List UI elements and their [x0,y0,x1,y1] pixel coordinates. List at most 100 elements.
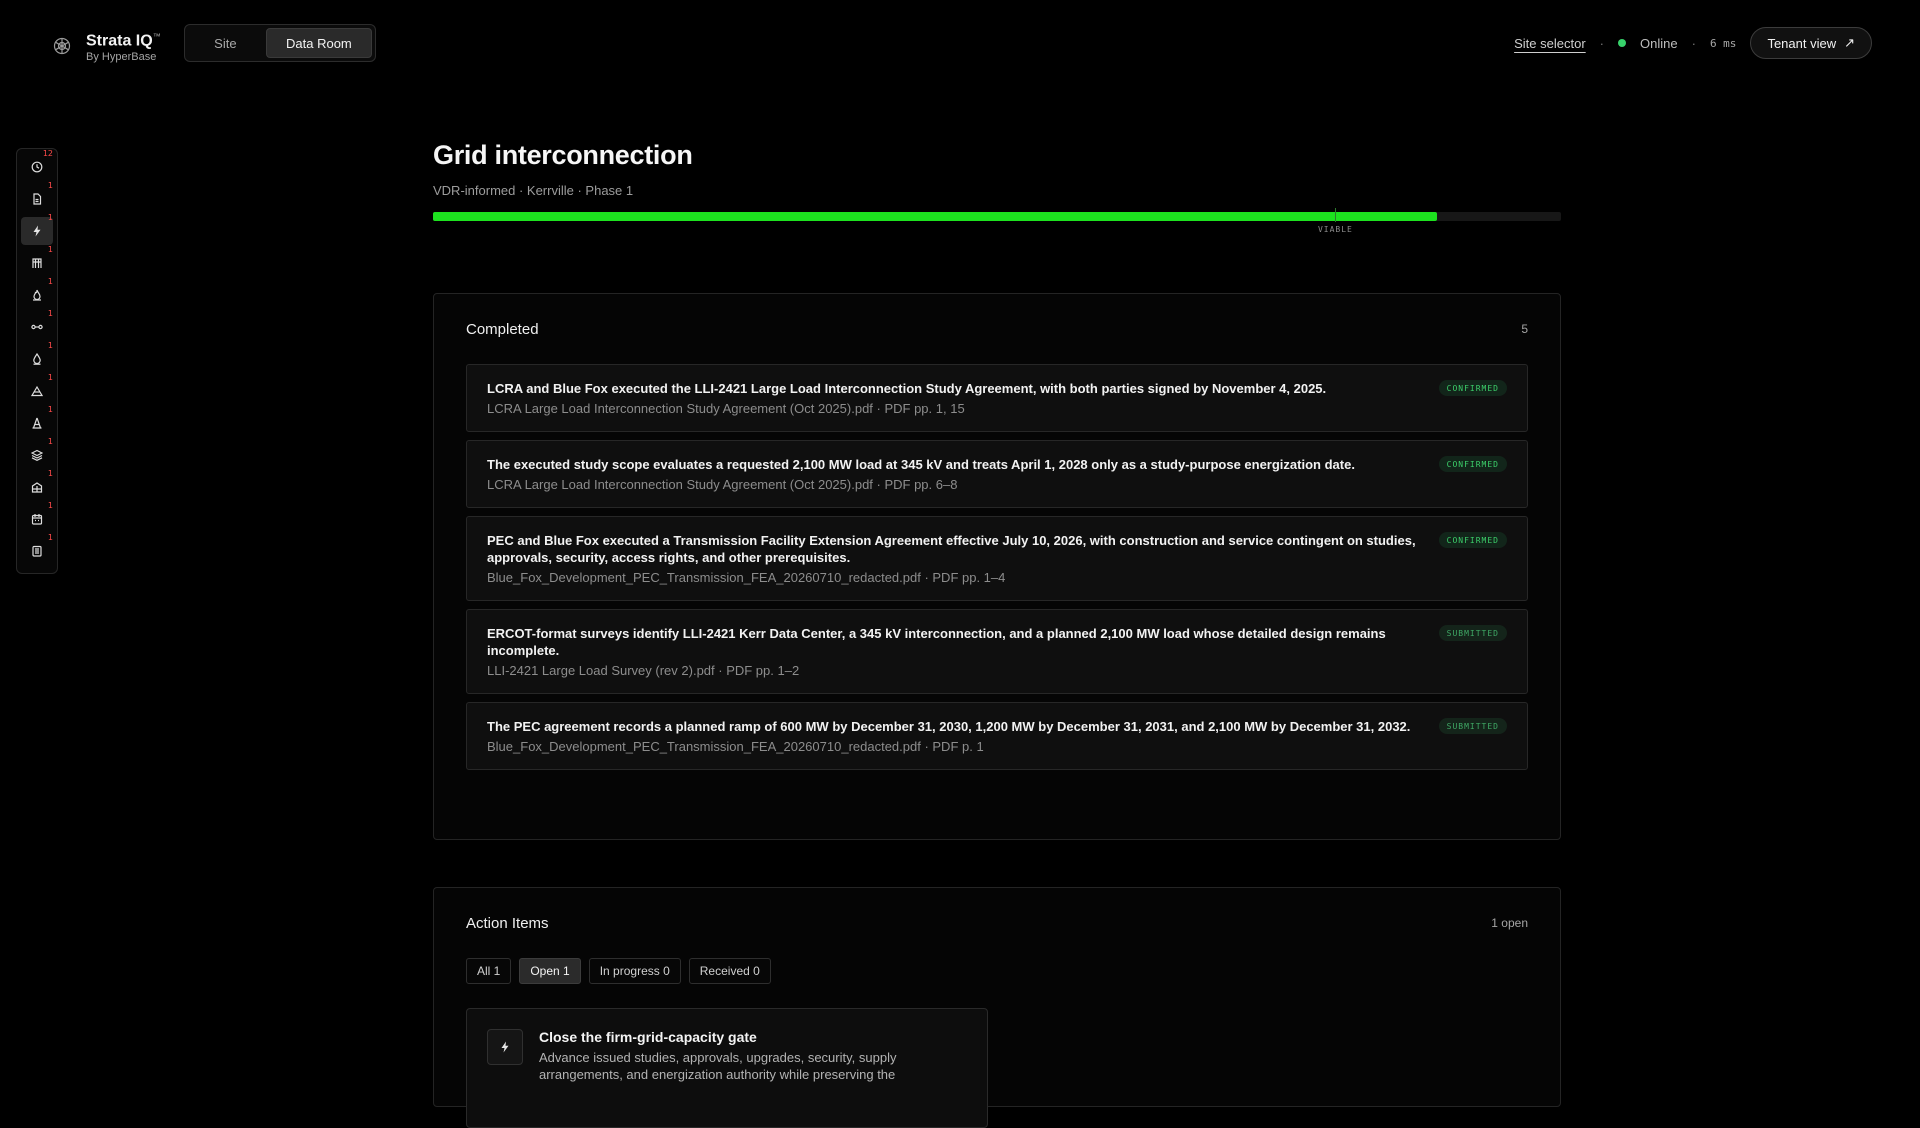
rail-badge: 1 [47,245,53,254]
evidence-item[interactable]: PEC and Blue Fox executed a Transmission… [466,516,1528,601]
tenant-view-label: Tenant view [1767,35,1837,51]
mode-toggle: Site Data Room [184,24,376,62]
evidence-item[interactable]: The executed study scope evaluates a req… [466,440,1528,508]
separator: · [1691,35,1696,51]
rail-badge: 1 [47,469,53,478]
action-items-title: Action Items [466,914,549,932]
brand-by: By HyperBase [86,51,157,64]
rail-badge: 1 [47,437,53,446]
action-items-panel: Action Items 1 open All 1 Open 1 In prog… [433,887,1561,1128]
evidence-claim: The PEC agreement records a planned ramp… [487,719,1411,734]
brand-name: Strata IQ [86,32,153,50]
rail-badge: 1 [47,181,53,190]
viable-threshold-marker [1335,208,1337,222]
pylon-icon [32,417,42,429]
data-room-tab[interactable]: Data Room [265,28,372,58]
completed-panel: Completed 5 LCRA and Blue Fox executed t… [433,293,1561,840]
site-tab[interactable]: Site [188,28,263,58]
status-badge: CONFIRMED [1438,456,1507,472]
layers-icon [31,449,43,461]
evidence-source[interactable]: LCRA Large Load Interconnection Study Ag… [487,476,1417,493]
rail-badge: 12 [42,149,53,158]
evidence-source[interactable]: LLI-2421 Large Load Survey (rev 2).pdf ·… [487,662,1417,679]
viable-threshold-label: VIABLE [1317,225,1353,234]
rail-item-land[interactable]: 1 [21,373,53,405]
rail-item-fiber[interactable]: 1 [21,309,53,341]
evidence-claim: The executed study scope evaluates a req… [487,457,1355,472]
droplet-icon [33,353,41,365]
site-selector-link[interactable]: Site selector [1514,36,1586,51]
page-subtitle: VDR-informed · Kerrville · Phase 1 [433,183,634,198]
rail-item-buildings[interactable]: 1 [21,469,53,501]
separator: · [1599,35,1605,51]
rail-item-documents[interactable]: 1 [21,181,53,213]
rail-badge: 1 [47,405,53,414]
category-rail: 12 1 1 1 1 1 1 1 1 1 1 1 1 [16,148,58,574]
rail-item-water[interactable]: 1 [21,341,53,373]
connector-icon [31,324,43,330]
rail-badge: 1 [47,277,53,286]
terrain-icon [31,385,43,397]
lightning-icon [487,1029,523,1065]
document-icon [33,193,42,205]
filter-open[interactable]: Open 1 [519,958,581,984]
completed-title: Completed [466,320,539,338]
clock-icon [31,161,43,173]
hyperbase-logo-icon [52,36,72,56]
list-icon [32,545,42,557]
rail-badge: 1 [47,501,53,510]
brand[interactable]: Strata IQ™ By HyperBase [52,28,161,64]
building-icon [31,482,43,493]
page-header: Grid interconnection VDR-informed · Kerr… [433,140,1561,234]
evidence-source[interactable]: Blue_Fox_Development_PEC_Transmission_FE… [487,569,1417,586]
viability-progress-bar: VIABLE [433,208,1561,234]
rail-badge: 1 [47,213,53,222]
evidence-source[interactable]: LCRA Large Load Interconnection Study Ag… [487,400,1417,417]
evidence-item[interactable]: The PEC agreement records a planned ramp… [466,702,1528,770]
action-items-count: 1 open [1491,916,1528,930]
rail-item-transmission[interactable]: 1 [21,245,53,277]
evidence-claim: LCRA and Blue Fox executed the LLI-2421 … [487,381,1327,396]
rail-item-layers[interactable]: 1 [21,437,53,469]
rail-badge: 1 [47,341,53,350]
rail-badge: 1 [47,533,53,542]
status-area: Site selector · Online · 6 ms Tenant vie… [1514,26,1872,60]
rail-item-structures[interactable]: 1 [21,405,53,437]
status-badge: SUBMITTED [1438,625,1507,641]
filter-received[interactable]: Received 0 [688,958,771,984]
top-bar: Strata IQ™ By HyperBase Site Data Room S… [0,0,1920,86]
evidence-item[interactable]: ERCOT-format surveys identify LLI-2421 K… [466,609,1528,694]
online-status-icon [1618,39,1627,47]
calendar-icon [31,514,43,525]
evidence-claim: ERCOT-format surveys identify LLI-2421 K… [487,626,1386,658]
progress-fill [433,212,1437,221]
action-card[interactable]: Close the firm-grid-capacity gate Advanc… [466,1008,988,1128]
status-badge: SUBMITTED [1438,718,1507,734]
rail-item-timeline[interactable]: 12 [21,149,53,181]
tenant-view-button[interactable]: Tenant view ↗ [1750,27,1872,59]
lightning-icon [33,225,41,237]
status-badge: CONFIRMED [1438,532,1507,548]
latency-readout: 6 ms [1709,36,1737,50]
completed-count: 5 [1521,322,1528,336]
status-badge: CONFIRMED [1438,380,1507,396]
external-arrow-icon: ↗ [1844,35,1855,50]
evidence-claim: PEC and Blue Fox executed a Transmission… [487,533,1416,565]
rail-item-schedule[interactable]: 1 [21,501,53,533]
rail-item-gas[interactable]: 1 [21,277,53,309]
filter-all[interactable]: All 1 [466,958,512,984]
action-filters: All 1 Open 1 In progress 0 Received 0 [434,958,1560,984]
action-description: Advance issued studies, approvals, upgra… [539,1050,897,1082]
tower-icon [32,258,42,268]
action-title: Close the firm-grid-capacity gate [539,1029,757,1045]
rail-item-grid[interactable]: 1 [21,213,53,245]
flame-icon [33,289,41,301]
online-label: Online [1640,35,1678,51]
page-title: Grid interconnection [433,140,693,170]
evidence-source[interactable]: Blue_Fox_Development_PEC_Transmission_FE… [487,738,1417,755]
rail-badge: 1 [47,373,53,382]
rail-item-notes[interactable]: 1 [21,533,53,565]
brand-trademark: ™ [152,32,161,41]
evidence-item[interactable]: LCRA and Blue Fox executed the LLI-2421 … [466,364,1528,432]
filter-in-progress[interactable]: In progress 0 [588,958,681,984]
